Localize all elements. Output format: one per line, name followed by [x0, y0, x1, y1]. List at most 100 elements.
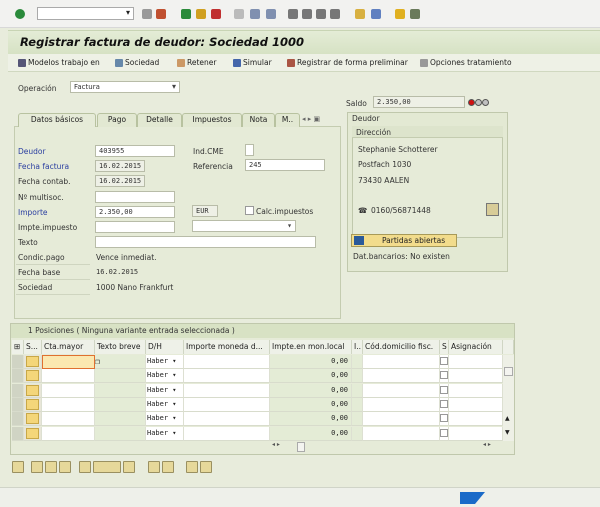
sort-asc-icon[interactable]	[186, 461, 198, 473]
tax-code-select[interactable]	[192, 220, 296, 232]
texto-breve-cell[interactable]: ❐	[95, 355, 146, 369]
ind-cme-field[interactable]	[245, 144, 254, 156]
app-button-3[interactable]: Simular	[233, 58, 272, 67]
importe-moneda-input[interactable]	[184, 397, 270, 412]
texto-breve-cell[interactable]	[95, 369, 146, 384]
cod-domicilio-input[interactable]	[363, 383, 440, 398]
row-selector[interactable]	[12, 397, 24, 412]
tab-scroll-buttons[interactable]: ◂ ▸ ▣	[302, 115, 320, 123]
texto-breve-cell[interactable]	[95, 412, 146, 427]
cod-domicilio-input[interactable]	[363, 412, 440, 427]
multisoc-field[interactable]	[95, 191, 175, 203]
tab-5[interactable]: M..	[275, 113, 300, 127]
horizontal-scrollbar[interactable]	[297, 442, 305, 452]
select-all-column[interactable]: ⊞	[12, 340, 24, 354]
tab-0[interactable]: Datos básicos	[18, 113, 96, 127]
select-all-icon[interactable]	[79, 461, 91, 473]
row-selector[interactable]	[12, 426, 24, 441]
column-header-9[interactable]: Asignación	[449, 340, 503, 354]
row-checkbox[interactable]	[440, 385, 448, 394]
column-header-7[interactable]: Cód.domicilio fisc.	[363, 340, 440, 354]
address-details-icon[interactable]	[486, 203, 499, 216]
paste-icon[interactable]	[162, 461, 174, 473]
row-checkbox[interactable]	[440, 428, 448, 437]
save-icon[interactable]	[156, 9, 166, 19]
app-button-1[interactable]: Sociedad	[115, 58, 159, 67]
calc-impuestos-checkbox[interactable]	[245, 206, 254, 215]
fecha_factura-field[interactable]: 16.02.2015	[95, 160, 145, 172]
cta-mayor-input[interactable]	[42, 383, 95, 398]
dh-select[interactable]: Haber ▾	[146, 355, 184, 369]
cancel-icon[interactable]	[211, 9, 221, 19]
horizontal-scroll-left[interactable]: ◂ ▸	[272, 441, 280, 448]
texto-breve-cell[interactable]	[95, 383, 146, 398]
asignacion-input[interactable]	[449, 355, 503, 369]
exit-icon[interactable]	[196, 9, 206, 19]
tab-1[interactable]: Pago	[97, 113, 137, 127]
row-checkbox[interactable]	[440, 371, 448, 380]
dh-select[interactable]: Haber ▾	[146, 426, 184, 441]
tab-4[interactable]: Nota	[242, 113, 275, 127]
cta-mayor-input[interactable]	[42, 355, 95, 369]
asignacion-input[interactable]	[449, 383, 503, 398]
dh-select[interactable]: Haber ▾	[146, 383, 184, 398]
column-header-8[interactable]: S	[440, 340, 449, 354]
partidas-abiertas-button[interactable]: Partidas abiertas	[351, 234, 457, 247]
cta-mayor-input[interactable]	[42, 412, 95, 427]
horizontal-scroll-right[interactable]: ◂ ▸	[483, 441, 491, 448]
status-cell[interactable]	[26, 370, 39, 382]
next-page-icon[interactable]	[316, 9, 326, 19]
details-icon[interactable]	[12, 461, 24, 473]
status-cell[interactable]	[26, 427, 39, 439]
deselect-icon[interactable]	[123, 461, 135, 473]
importe-moneda-input[interactable]	[184, 355, 270, 369]
row-selector[interactable]	[12, 369, 24, 384]
column-header-3[interactable]: D/H	[146, 340, 184, 354]
importe-moneda-input[interactable]	[184, 426, 270, 441]
vertical-scrollbar[interactable]: ▲ ▼	[503, 355, 514, 441]
prev-page-icon[interactable]	[302, 9, 312, 19]
select-block-icon[interactable]	[93, 461, 121, 473]
deudor-field[interactable]: 403955	[95, 145, 175, 157]
row-checkbox[interactable]	[440, 414, 448, 423]
texto-breve-cell[interactable]	[95, 397, 146, 412]
status-cell[interactable]	[26, 413, 39, 425]
column-header-1[interactable]: Cta.mayor	[42, 340, 95, 354]
help-icon[interactable]	[395, 9, 405, 19]
asignacion-input[interactable]	[449, 369, 503, 384]
print-icon[interactable]	[234, 9, 244, 19]
column-header-2[interactable]: Texto breve	[95, 340, 146, 354]
app-button-4[interactable]: Registrar de forma preliminar	[287, 58, 408, 67]
delete-row-icon[interactable]	[45, 461, 57, 473]
back-green-icon[interactable]	[181, 9, 191, 19]
status-cell[interactable]	[26, 398, 39, 410]
command-field[interactable]: ▾	[37, 7, 134, 20]
column-settings[interactable]	[503, 340, 514, 354]
dh-select[interactable]: Haber ▾	[146, 412, 184, 427]
app-button-2[interactable]: Retener	[177, 58, 217, 67]
operacion-select[interactable]: Factura	[70, 81, 180, 93]
app-button-5[interactable]: Opciones tratamiento	[420, 58, 512, 67]
column-header-4[interactable]: Importe moneda d...	[184, 340, 270, 354]
app-button-0[interactable]: Modelos trabajo en	[18, 58, 100, 67]
asignacion-input[interactable]	[449, 412, 503, 427]
new-session-icon[interactable]	[355, 9, 365, 19]
copy-text-icon[interactable]: ❐	[95, 357, 100, 366]
copy-icon[interactable]	[148, 461, 160, 473]
cta-mayor-input[interactable]	[42, 397, 95, 412]
importe-field[interactable]: 2.350,00	[95, 206, 175, 218]
find-next-icon[interactable]	[266, 9, 276, 19]
impte_impuesto-field[interactable]	[95, 221, 175, 233]
status-cell[interactable]	[26, 384, 39, 396]
texto-field[interactable]	[95, 236, 316, 248]
status-cell[interactable]	[26, 356, 39, 367]
cta-mayor-input[interactable]	[42, 426, 95, 441]
texto-breve-cell[interactable]	[95, 426, 146, 441]
fecha_contab-field[interactable]: 16.02.2015	[95, 175, 145, 187]
cod-domicilio-input[interactable]	[363, 369, 440, 384]
dh-select[interactable]: Haber ▾	[146, 369, 184, 384]
copy-row-icon[interactable]	[59, 461, 71, 473]
row-checkbox[interactable]	[440, 357, 448, 365]
importe-moneda-input[interactable]	[184, 369, 270, 384]
first-page-icon[interactable]	[288, 9, 298, 19]
